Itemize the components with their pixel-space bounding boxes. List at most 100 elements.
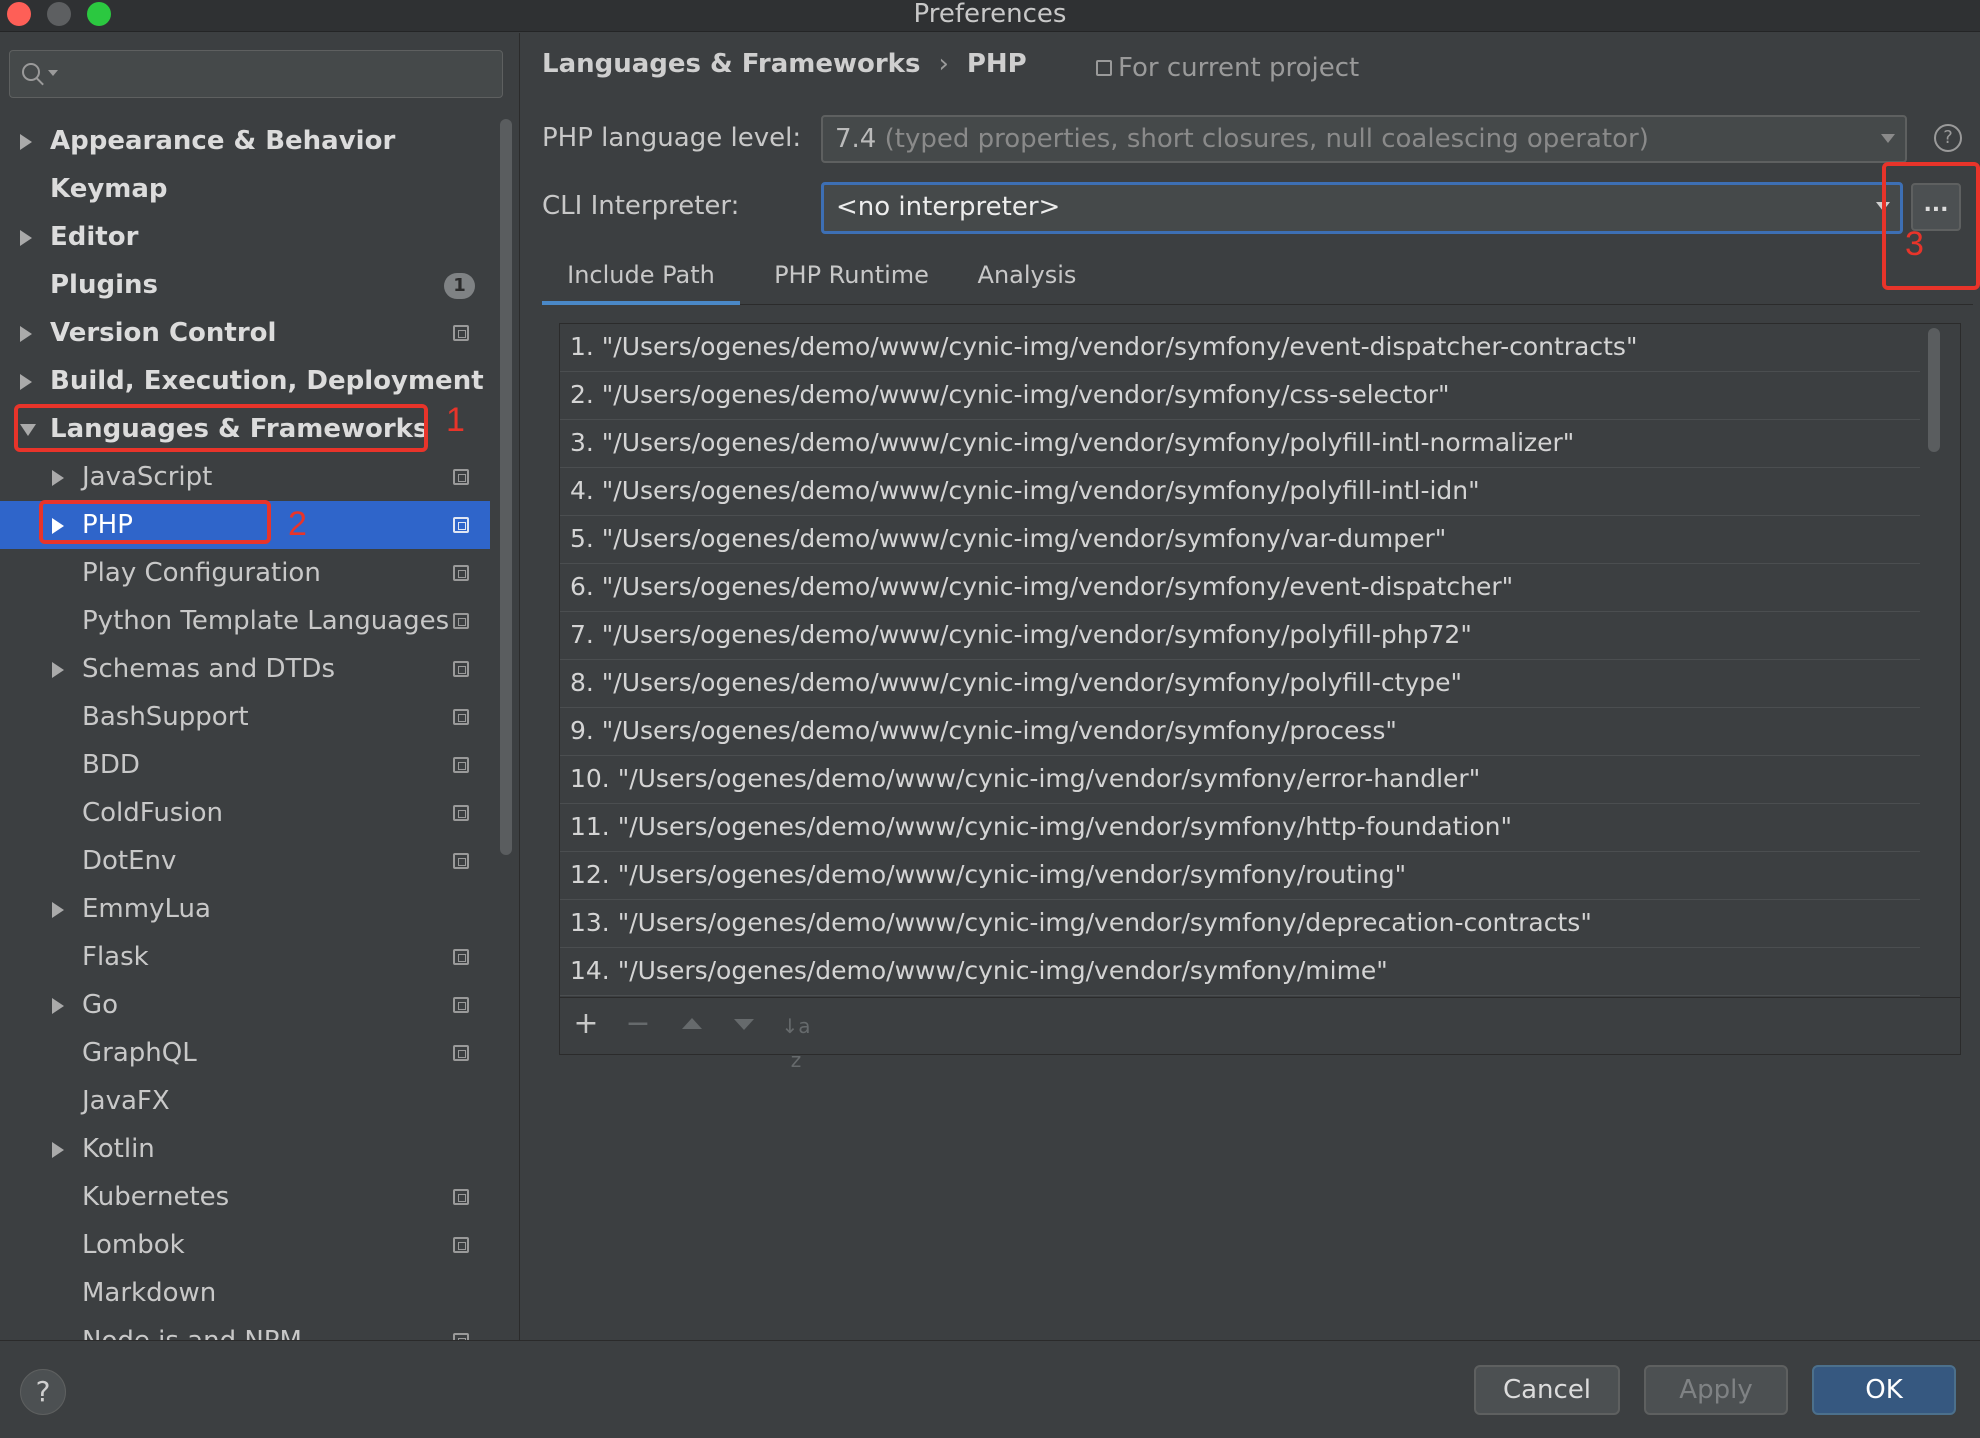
sidebar-item-kubernetes[interactable]: Kubernetes (0, 1173, 490, 1221)
sidebar-item-label: GraphQL (82, 1038, 197, 1068)
include-path-row[interactable]: 1. "/Users/ogenes/demo/www/cynic-img/ven… (560, 324, 1920, 372)
include-path-row[interactable]: 2. "/Users/ogenes/demo/www/cynic-img/ven… (560, 372, 1920, 420)
chevron-right-icon[interactable] (20, 374, 32, 390)
sidebar-item-coldfusion[interactable]: ColdFusion (0, 789, 490, 837)
search-history-chevron-icon[interactable] (48, 70, 58, 76)
include-path-scrollbar[interactable] (1928, 328, 1940, 452)
cancel-button[interactable]: Cancel (1474, 1365, 1620, 1415)
chevron-right-icon[interactable] (52, 470, 64, 486)
sidebar-item-label: Kubernetes (82, 1182, 230, 1212)
add-path-button[interactable]: + (570, 1008, 602, 1040)
breadcrumb-current: PHP (966, 49, 1027, 79)
sidebar-item-label: Go (82, 990, 119, 1020)
php-language-level-value: 7.4 (835, 124, 877, 154)
include-path-panel: 1. "/Users/ogenes/demo/www/cynic-img/ven… (559, 323, 1961, 1072)
include-path-row[interactable]: 4. "/Users/ogenes/demo/www/cynic-img/ven… (560, 468, 1920, 516)
apply-button[interactable]: Apply (1644, 1365, 1788, 1415)
chevron-right-icon[interactable] (20, 326, 32, 342)
include-path-row[interactable]: 5. "/Users/ogenes/demo/www/cynic-img/ven… (560, 516, 1920, 564)
chevron-right-icon[interactable] (52, 902, 64, 918)
sidebar-item-emmylua[interactable]: EmmyLua (0, 885, 490, 933)
plugins-update-badge: 1 (444, 273, 475, 299)
sidebar-item-build-execution-deployment[interactable]: Build, Execution, Deployment (0, 357, 490, 405)
include-path-row[interactable]: 3. "/Users/ogenes/demo/www/cynic-img/ven… (560, 420, 1920, 468)
sidebar-item-label: Flask (82, 942, 149, 972)
sidebar-item-plugins[interactable]: Plugins 1 (0, 261, 490, 309)
tab-php-runtime[interactable]: PHP Runtime (764, 255, 939, 305)
sidebar-item-flask[interactable]: Flask (0, 933, 490, 981)
ok-button[interactable]: OK (1812, 1365, 1956, 1415)
include-path-row[interactable]: 7. "/Users/ogenes/demo/www/cynic-img/ven… (560, 612, 1920, 660)
cli-interpreter-select[interactable]: <no interpreter> (821, 182, 1903, 234)
sidebar-item-label: Version Control (50, 318, 277, 348)
sidebar-item-label: Plugins (50, 270, 158, 300)
sidebar-item-go[interactable]: Go (0, 981, 490, 1029)
breadcrumb-item[interactable]: Languages & Frameworks (542, 49, 920, 79)
project-scope-icon (453, 517, 469, 533)
sidebar-item-graphql[interactable]: GraphQL (0, 1029, 490, 1077)
include-path-row[interactable]: 10. "/Users/ogenes/demo/www/cynic-img/ve… (560, 756, 1920, 804)
sidebar-item-label: Python Template Languages (82, 606, 450, 636)
remove-path-button[interactable]: − (622, 1008, 654, 1040)
for-current-project-text: For current project (1118, 53, 1360, 83)
sidebar-item-label: EmmyLua (82, 894, 211, 924)
project-scope-icon (453, 565, 469, 581)
help-icon[interactable]: ? (1934, 124, 1962, 152)
chevron-right-icon[interactable] (52, 1142, 64, 1158)
sidebar-item-label: Appearance & Behavior (50, 126, 396, 156)
project-scope-icon (453, 997, 469, 1013)
sidebar-item-kotlin[interactable]: Kotlin (0, 1125, 490, 1173)
sidebar-item-bashsupport[interactable]: BashSupport (0, 693, 490, 741)
php-language-level-select[interactable]: 7.4 (typed properties, short closures, n… (821, 115, 1907, 163)
sort-button[interactable]: ↓a z (776, 1008, 816, 1072)
sidebar-item-javascript[interactable]: JavaScript (0, 453, 490, 501)
move-up-button[interactable] (674, 1008, 706, 1040)
chevron-right-icon[interactable] (52, 662, 64, 678)
sidebar-item-python-template-languages[interactable]: Python Template Languages (0, 597, 490, 645)
sidebar-item-label: Lombok (82, 1230, 185, 1260)
include-path-row[interactable]: 11. "/Users/ogenes/demo/www/cynic-img/ve… (560, 804, 1920, 852)
sidebar-item-lombok[interactable]: Lombok (0, 1221, 490, 1269)
sidebar-item-schemas-and-dtds[interactable]: Schemas and DTDs (0, 645, 490, 693)
sidebar-item-bdd[interactable]: BDD (0, 741, 490, 789)
include-path-list: 1. "/Users/ogenes/demo/www/cynic-img/ven… (560, 324, 1920, 997)
include-path-row[interactable]: 14. "/Users/ogenes/demo/www/cynic-img/ve… (560, 948, 1920, 996)
annotation-number-2: 2 (288, 505, 307, 543)
sidebar-scrollbar[interactable] (500, 119, 512, 855)
sidebar-item-version-control[interactable]: Version Control (0, 309, 490, 357)
arrow-up-icon (682, 1018, 702, 1029)
arrow-down-icon (734, 1019, 754, 1030)
project-scope-icon (1096, 60, 1112, 76)
sidebar-item-label: Schemas and DTDs (82, 654, 335, 684)
sidebar-item-markdown[interactable]: Markdown (0, 1269, 490, 1317)
sidebar-item-keymap[interactable]: Keymap (0, 165, 490, 213)
sidebar-item-dotenv[interactable]: DotEnv (0, 837, 490, 885)
sidebar-item-javafx[interactable]: JavaFX (0, 1077, 490, 1125)
window-title: Preferences (913, 0, 1067, 29)
breadcrumb-separator: › (938, 49, 949, 79)
settings-sidebar: Appearance & Behavior Keymap Editor Plugins… (0, 33, 520, 1340)
include-path-row[interactable]: 9. "/Users/ogenes/demo/www/cynic-img/ven… (560, 708, 1920, 756)
sidebar-item-node-js-and-npm[interactable]: Node.js and NPM (0, 1317, 490, 1340)
sidebar-item-appearance-behavior[interactable]: Appearance & Behavior (0, 117, 490, 165)
cli-interpreter-value: <no interpreter> (836, 192, 1061, 222)
project-scope-icon (453, 853, 469, 869)
include-path-row[interactable]: 8. "/Users/ogenes/demo/www/cynic-img/ven… (560, 660, 1920, 708)
tab-analysis[interactable]: Analysis (962, 255, 1092, 305)
include-path-row[interactable]: 12. "/Users/ogenes/demo/www/cynic-img/ve… (560, 852, 1920, 900)
chevron-right-icon[interactable] (52, 998, 64, 1014)
settings-search-input[interactable] (9, 50, 503, 98)
tab-include-path[interactable]: Include Path (542, 255, 740, 305)
chevron-right-icon[interactable] (20, 134, 32, 150)
include-path-row[interactable]: 6. "/Users/ogenes/demo/www/cynic-img/ven… (560, 564, 1920, 612)
sidebar-item-play-configuration[interactable]: Play Configuration (0, 549, 490, 597)
project-scope-icon (453, 1189, 469, 1205)
sidebar-item-label: Keymap (50, 174, 168, 204)
sidebar-item-editor[interactable]: Editor (0, 213, 490, 261)
project-scope-icon (453, 805, 469, 821)
move-down-button[interactable] (726, 1008, 758, 1040)
include-path-row[interactable]: 13. "/Users/ogenes/demo/www/cynic-img/ve… (560, 900, 1920, 948)
chevron-right-icon[interactable] (20, 230, 32, 246)
sidebar-item-label: JavaFX (82, 1086, 170, 1116)
help-button[interactable]: ? (20, 1369, 66, 1415)
